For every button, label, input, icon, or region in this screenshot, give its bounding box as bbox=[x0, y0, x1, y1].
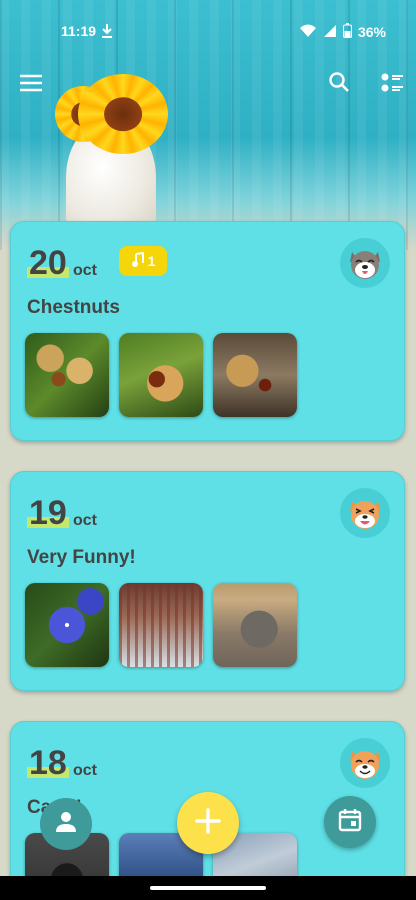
dog-grin-icon bbox=[340, 738, 390, 788]
photo-strip bbox=[25, 583, 297, 667]
photo-thumbnail[interactable] bbox=[119, 333, 203, 417]
sunflower-main bbox=[78, 74, 168, 154]
search-icon[interactable] bbox=[322, 66, 356, 100]
person-icon bbox=[53, 809, 79, 840]
entry-title: Chestnuts bbox=[27, 297, 120, 318]
profile-button[interactable] bbox=[40, 798, 92, 850]
download-icon bbox=[100, 23, 114, 42]
menu-icon[interactable] bbox=[14, 66, 48, 100]
dog-laughing-icon bbox=[340, 488, 390, 538]
add-entry-button[interactable] bbox=[177, 792, 239, 854]
entry-month: oct bbox=[73, 762, 97, 779]
photo-thumbnail[interactable] bbox=[25, 583, 109, 667]
entry-day: 19 bbox=[27, 494, 69, 532]
photo-thumbnail[interactable] bbox=[25, 333, 109, 417]
entry-month: oct bbox=[73, 512, 97, 529]
entry-month: oct bbox=[73, 262, 97, 279]
dog-happy-icon bbox=[340, 238, 390, 288]
calendar-icon bbox=[337, 807, 363, 838]
entry-day: 20 bbox=[27, 244, 69, 282]
calendar-button[interactable] bbox=[324, 796, 376, 848]
diary-entry-card[interactable]: 20 oct 1 Chestnuts bbox=[10, 221, 405, 441]
entry-day: 18 bbox=[27, 744, 69, 782]
photo-thumbnail[interactable] bbox=[119, 583, 203, 667]
wifi-icon bbox=[299, 24, 317, 41]
signal-icon bbox=[323, 24, 337, 41]
photo-thumbnail[interactable] bbox=[213, 333, 297, 417]
battery-percent: 36% bbox=[357, 24, 386, 40]
plus-icon bbox=[193, 806, 223, 841]
music-badge[interactable]: 1 bbox=[119, 246, 167, 276]
home-gesture-handle[interactable] bbox=[150, 886, 266, 890]
battery-icon bbox=[342, 23, 352, 41]
music-note-icon bbox=[131, 251, 145, 271]
system-nav-bar bbox=[0, 876, 416, 900]
status-bar: 11:19 36% bbox=[0, 0, 416, 64]
view-list-icon[interactable] bbox=[375, 66, 409, 100]
diary-entry-card[interactable]: 19 oct Very Funny! bbox=[10, 471, 405, 691]
status-time: 11:19 bbox=[61, 23, 97, 39]
entry-title: Very Funny! bbox=[27, 547, 136, 568]
photo-strip bbox=[25, 333, 297, 417]
photo-thumbnail[interactable] bbox=[213, 583, 297, 667]
music-count: 1 bbox=[147, 253, 156, 269]
